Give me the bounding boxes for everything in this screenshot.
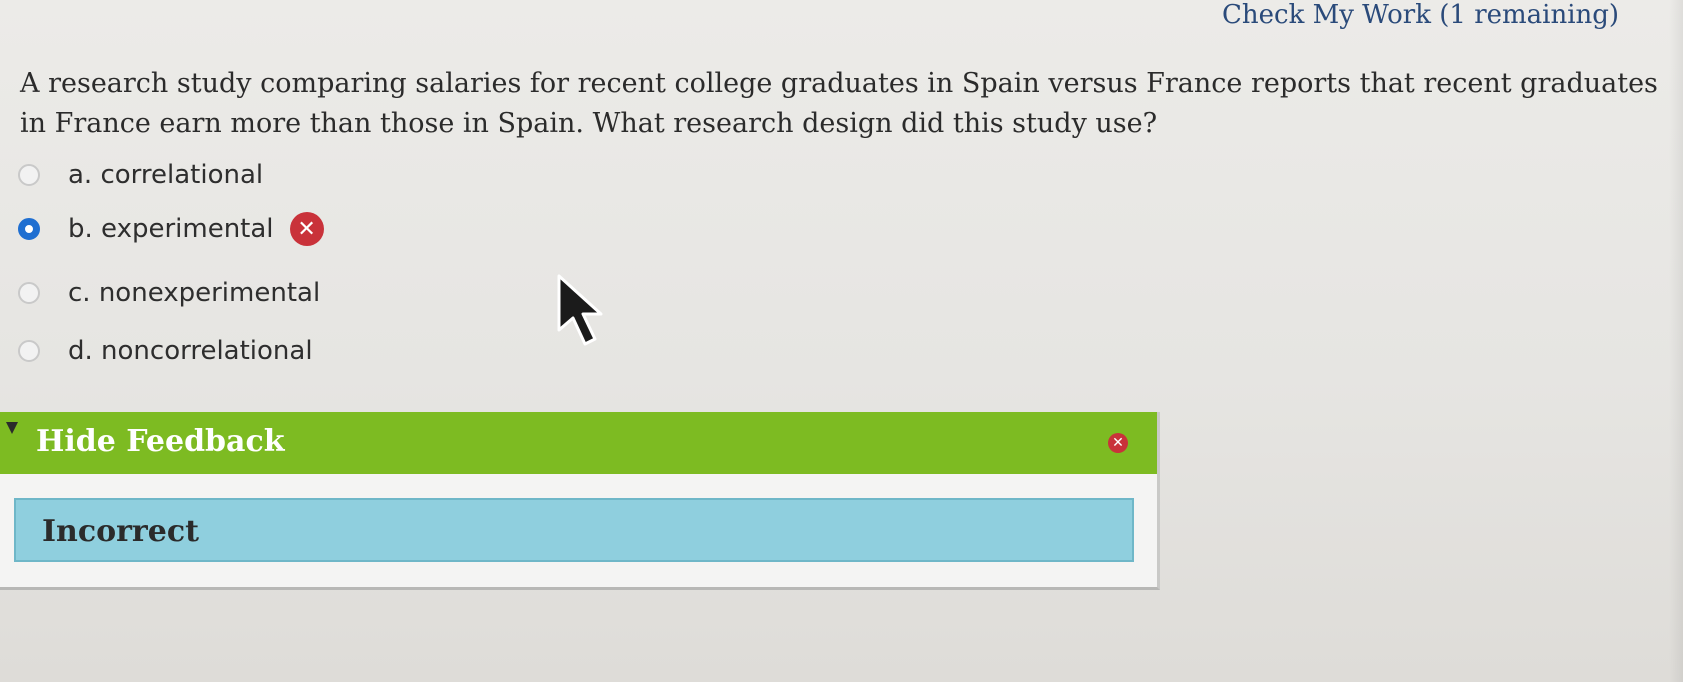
question-panel: Check My Work (1 remaining) A research s…	[0, 0, 1683, 682]
x-circle-icon: ✕	[289, 212, 324, 246]
close-icon[interactable]: ✕	[1108, 433, 1128, 453]
feedback-title: Hide Feedback	[36, 424, 285, 459]
triangle-down-icon	[6, 422, 18, 434]
check-my-work-link[interactable]: Check My Work (1 remaining)	[1222, 0, 1619, 30]
window-edge	[1669, 0, 1683, 682]
option-b[interactable]: b. experimental ✕	[18, 212, 324, 246]
mouse-cursor-icon	[557, 274, 603, 346]
hide-feedback-toggle[interactable]: Hide Feedback ✕	[0, 412, 1157, 474]
option-label: c. nonexperimental	[68, 278, 321, 308]
feedback-panel: Hide Feedback ✕ Incorrect	[0, 412, 1160, 590]
radio-button[interactable]	[18, 282, 40, 304]
radio-button-selected[interactable]	[18, 218, 40, 240]
option-d[interactable]: d. noncorrelational	[18, 336, 313, 366]
option-label: d. noncorrelational	[68, 336, 313, 366]
option-c[interactable]: c. nonexperimental	[18, 278, 320, 308]
question-text: A research study comparing salaries for …	[20, 68, 1658, 139]
radio-button[interactable]	[18, 164, 40, 186]
option-a[interactable]: a. correlational	[18, 160, 263, 190]
radio-button[interactable]	[18, 340, 40, 362]
option-label: a. correlational	[68, 160, 264, 190]
result-text: Incorrect	[42, 514, 199, 549]
feedback-result-box: Incorrect	[14, 498, 1134, 562]
option-label: b. experimental	[68, 214, 274, 244]
